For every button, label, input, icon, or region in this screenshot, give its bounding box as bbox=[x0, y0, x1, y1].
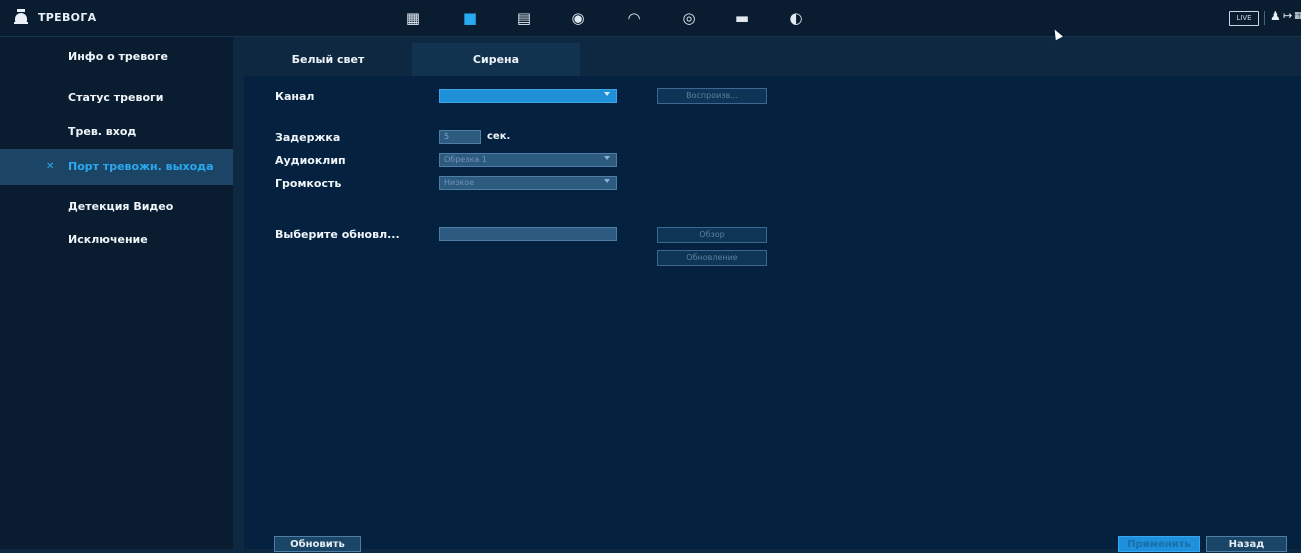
sidebar-item-label: Исключение bbox=[68, 233, 148, 246]
channel-label: Канал bbox=[275, 90, 315, 103]
browse-button[interactable]: Обзор bbox=[657, 227, 767, 243]
volume-value: Низкое bbox=[444, 178, 475, 187]
chevron-down-icon bbox=[604, 92, 610, 96]
alarm-siren-icon[interactable]: ■ bbox=[458, 6, 482, 30]
display-icon[interactable]: ▬ bbox=[730, 6, 754, 30]
ai-face-icon[interactable]: ◉ bbox=[566, 6, 590, 30]
sidebar-item-label: Порт тревожн. выхода bbox=[68, 160, 214, 173]
tab-white-light[interactable]: Белый свет bbox=[244, 43, 412, 76]
performance-gauge-icon[interactable]: ◠ bbox=[622, 6, 646, 30]
record-icon[interactable]: ◎ bbox=[677, 6, 701, 30]
audio-icon[interactable]: ◐ bbox=[784, 6, 808, 30]
refresh-button[interactable]: Обновить bbox=[274, 536, 361, 552]
volume-select[interactable]: Низкое bbox=[439, 176, 617, 190]
page-title: ТРЕВОГА bbox=[38, 11, 97, 24]
divider bbox=[1264, 11, 1265, 25]
delay-label: Задержка bbox=[275, 131, 341, 144]
apply-button[interactable]: Применить bbox=[1118, 536, 1200, 552]
top-bar: ТРЕВОГА ▦ ■ ▤ ◉ ◠ ◎ ▬ ◐ LIVE ♟ ↦ ▦ bbox=[0, 0, 1301, 41]
sidebar-item-exception[interactable]: Исключение bbox=[0, 222, 233, 258]
select-update-label: Выберите обновл... bbox=[275, 228, 400, 241]
chevron-down-icon bbox=[604, 179, 610, 183]
delay-input[interactable]: 5 bbox=[439, 130, 481, 144]
sidebar-item-alarm-status[interactable]: Статус тревоги bbox=[0, 80, 233, 116]
audioclip-select[interactable]: Обрезка 1 bbox=[439, 153, 617, 167]
sidebar: Инфо о тревоге Статус тревоги Трев. вход… bbox=[0, 37, 233, 549]
audioclip-value: Обрезка 1 bbox=[444, 155, 487, 164]
channel-select[interactable] bbox=[439, 89, 617, 103]
sidebar-item-alarm-info[interactable]: Инфо о тревоге bbox=[0, 39, 233, 75]
qr-code-icon[interactable]: ▦ bbox=[1294, 11, 1301, 21]
mouse-cursor-icon bbox=[1051, 27, 1063, 41]
delay-unit: сек. bbox=[487, 131, 511, 142]
alarm-siren-icon bbox=[14, 9, 28, 25]
user-icon[interactable]: ♟ bbox=[1270, 9, 1281, 23]
update-button[interactable]: Обновление bbox=[657, 250, 767, 266]
chevron-down-icon bbox=[604, 156, 610, 160]
sidebar-item-alarm-input[interactable]: Трев. вход bbox=[0, 114, 233, 150]
sidebar-item-label: Статус тревоги bbox=[68, 91, 164, 104]
audioclip-label: Аудиоклип bbox=[275, 154, 346, 167]
tab-siren[interactable]: Сирена bbox=[412, 43, 580, 76]
live-button[interactable]: LIVE bbox=[1229, 11, 1259, 26]
storage-icon[interactable]: ▤ bbox=[512, 6, 536, 30]
sidebar-item-label: Инфо о тревоге bbox=[68, 50, 168, 63]
play-button[interactable]: Воспроизв... bbox=[657, 88, 767, 104]
logout-icon[interactable]: ↦ bbox=[1283, 9, 1292, 22]
back-button[interactable]: Назад bbox=[1206, 536, 1287, 552]
content-panel bbox=[244, 76, 1301, 549]
update-path-input[interactable] bbox=[439, 227, 617, 241]
sidebar-item-label: Детекция Видео bbox=[68, 200, 174, 213]
volume-label: Громкость bbox=[275, 177, 342, 190]
camera-icon[interactable]: ▦ bbox=[401, 6, 425, 30]
sidebar-item-label: Трев. вход bbox=[68, 125, 137, 138]
sidebar-item-alarm-output[interactable]: ✕ Порт тревожн. выхода bbox=[0, 149, 233, 185]
sidebar-item-video-detection[interactable]: Детекция Видео bbox=[0, 189, 233, 225]
selected-marker-icon: ✕ bbox=[46, 161, 55, 172]
